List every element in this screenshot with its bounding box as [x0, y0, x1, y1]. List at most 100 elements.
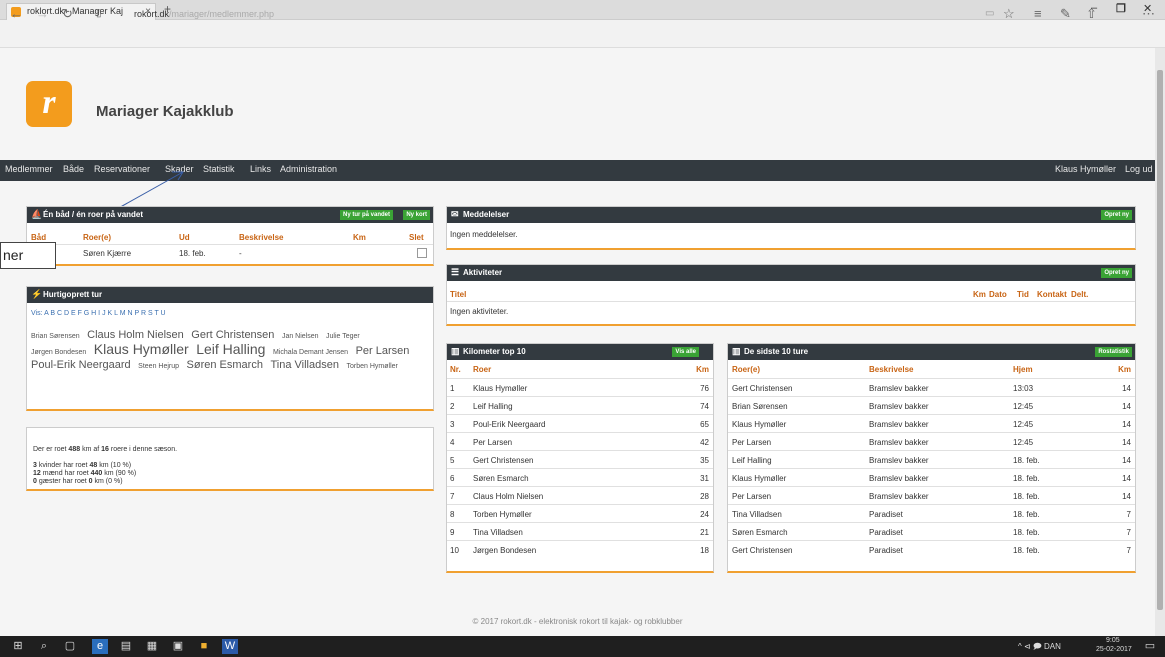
boat-icon: ⛵ [31, 209, 43, 219]
top10-rower[interactable]: Klaus Hymøller [473, 384, 527, 393]
system-tray[interactable]: ^ ⊲ 🗩 DAN [1018, 641, 1061, 655]
clock-date[interactable]: 25-02-2017 [1096, 646, 1132, 653]
quick-name-link[interactable]: Torben Hymøller [347, 363, 398, 370]
row-statistics-button[interactable]: Rostatistik [1095, 347, 1132, 357]
top10-rank: 9 [450, 528, 455, 537]
season-stats-panel: Der er roet 488 km af 16 roere i denne s… [26, 427, 434, 491]
trip-rowers[interactable]: Tina Villadsen [732, 510, 782, 519]
top10-rank: 7 [450, 492, 455, 501]
trip-rowers[interactable]: Leif Halling [732, 456, 772, 465]
top10-rower[interactable]: Jørgen Bondesen [473, 546, 536, 555]
folder-icon[interactable]: ■ [196, 639, 212, 654]
row-divider [447, 504, 713, 505]
top10-rower[interactable]: Gert Christensen [473, 456, 533, 465]
clock-time[interactable]: 9:05 [1106, 637, 1120, 644]
trip-km: 14 [1122, 438, 1131, 447]
top10-rower[interactable]: Leif Halling [473, 402, 513, 411]
trip-description: Bramslev bakker [869, 492, 929, 501]
quick-name-link[interactable]: Tina Villadsen [270, 359, 339, 371]
activities-panel: ☰ Aktiviteter Opret ny Titel Km Dato Tid… [446, 264, 1136, 326]
store-icon[interactable]: ▦ [144, 639, 160, 654]
lightning-icon: ⚡ [31, 289, 43, 299]
top10-rower[interactable]: Søren Esmarch [473, 474, 529, 483]
trip-rowers[interactable]: Klaus Hymøller [732, 474, 786, 483]
top10-km: 35 [700, 456, 709, 465]
windows-start-icon[interactable]: ⊞ [10, 639, 26, 654]
quick-name-link[interactable]: Per Larsen [356, 345, 410, 357]
col-out: Ud [179, 233, 190, 242]
trip-rowers[interactable]: Per Larsen [732, 492, 771, 501]
quick-name-link[interactable]: Gert Christensen [191, 329, 274, 341]
row-divider [728, 504, 1135, 505]
col-date: Dato [989, 290, 1007, 299]
top10-rower[interactable]: Torben Hymøller [473, 510, 532, 519]
row-divider [728, 522, 1135, 523]
km-top10-panel: ▥ Kilometer top 10 Vis alle Nr. Roer Km … [446, 343, 714, 573]
trip-km: 14 [1122, 402, 1131, 411]
col-shared: Delt. [1071, 290, 1089, 299]
trip-km: 7 [1126, 546, 1131, 555]
quick-name-link[interactable]: Claus Holm Nielsen [87, 329, 184, 341]
quick-name-link[interactable]: Steen Hejrup [138, 363, 179, 370]
new-message-button[interactable]: Opret ny [1101, 210, 1132, 220]
row-rower: Søren Kjærre [83, 249, 132, 258]
trip-home: 13:03 [1013, 384, 1034, 393]
trip-rowers[interactable]: Gert Christensen [732, 384, 792, 393]
top10-rank: 8 [450, 510, 455, 519]
trip-home: 18. feb. [1013, 528, 1040, 537]
quick-name-link[interactable]: Poul-Erik Neergaard [31, 359, 131, 371]
notification-icon[interactable]: ▭ [1142, 639, 1158, 654]
trip-description: Paradiset [869, 546, 903, 555]
last-trips-header: ▥ De sidste 10 ture Rostatistik [728, 344, 1135, 360]
word-icon[interactable]: W [222, 639, 238, 654]
quick-name-link[interactable]: Klaus Hymøller [94, 341, 189, 357]
quick-name-link[interactable]: Leif Halling [196, 341, 265, 357]
new-trip-button[interactable]: Ny tur på vandet [339, 210, 393, 220]
task-view-icon[interactable]: ▢ [62, 639, 78, 654]
top10-km: 65 [700, 420, 709, 429]
mail-icon[interactable]: ▣ [170, 639, 186, 654]
top10-rower[interactable]: Per Larsen [473, 438, 512, 447]
row-divider [728, 468, 1135, 469]
filter-letters[interactable]: A B C D E F G H I J K L M N P R S T U [44, 310, 166, 317]
quick-name-link[interactable]: Jan Nielsen [282, 333, 319, 340]
quick-name-link[interactable]: Søren Esmarch [187, 359, 263, 371]
edge-browser-icon[interactable]: e [92, 639, 108, 654]
trip-km: 14 [1122, 492, 1131, 501]
new-card-button[interactable]: Ny kort [403, 210, 430, 220]
chart-icon: ▥ [451, 346, 460, 356]
quick-name-link[interactable]: Jørgen Bondesen [31, 349, 86, 356]
trip-rowers[interactable]: Søren Esmarch [732, 528, 788, 537]
col-title: Titel [450, 290, 467, 299]
new-activity-button[interactable]: Opret ny [1101, 268, 1132, 278]
row-divider [447, 450, 713, 451]
trip-rowers[interactable]: Gert Christensen [732, 546, 792, 555]
row-divider [728, 414, 1135, 415]
quick-name-link[interactable]: Julie Teger [326, 333, 360, 340]
row-divider [447, 301, 1135, 302]
activities-title: Aktiviteter [463, 268, 503, 277]
top10-rank: 1 [450, 384, 455, 393]
quick-name-link[interactable]: Michala Demant Jensen [273, 349, 348, 356]
file-explorer-icon[interactable]: ▤ [118, 639, 134, 654]
delete-checkbox[interactable] [417, 248, 427, 258]
top10-rower[interactable]: Tina Villadsen [473, 528, 523, 537]
top10-km: 74 [700, 402, 709, 411]
letter-filter[interactable]: Vis: A B C D E F G H I J K L M N P R S T… [31, 310, 166, 317]
messages-title: Meddelelser [463, 210, 510, 219]
trip-rowers[interactable]: Brian Sørensen [732, 402, 788, 411]
top10-rower[interactable]: Poul-Erik Neergaard [473, 420, 545, 429]
trip-rowers[interactable]: Per Larsen [732, 438, 771, 447]
row-divider [728, 450, 1135, 451]
quick-panel-header: ⚡ Hurtigoprett tur [27, 287, 433, 303]
quick-name-link[interactable]: Brian Sørensen [31, 333, 80, 340]
search-icon[interactable]: ⌕ [36, 639, 52, 654]
col-rower: Roer [473, 365, 492, 374]
trip-rowers[interactable]: Klaus Hymøller [732, 420, 786, 429]
trip-home: 12:45 [1013, 420, 1034, 429]
top10-rank: 5 [450, 456, 455, 465]
show-all-button[interactable]: Vis alle [672, 347, 699, 357]
top10-rower[interactable]: Claus Holm Nielsen [473, 492, 543, 501]
stats-line-men: 12 mænd har roet 440 km (90 %) [33, 470, 137, 477]
col-home: Hjem [1013, 365, 1033, 374]
